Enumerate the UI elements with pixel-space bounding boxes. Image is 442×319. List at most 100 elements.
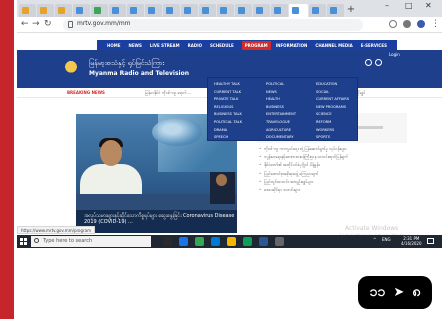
- browser-tab[interactable]: [127, 4, 144, 17]
- tray-chevron-icon[interactable]: ^: [373, 237, 376, 242]
- menu-item-healthy-talk[interactable]: HEALTHY TALK: [214, 82, 240, 86]
- close-icon[interactable]: ✕: [425, 1, 432, 10]
- menu-item-political[interactable]: POLITICAL: [266, 82, 284, 86]
- minimize-icon[interactable]: –: [385, 1, 389, 10]
- menu-item-current-talk[interactable]: CURRENT TALK: [214, 90, 241, 94]
- taskbar-app-icon[interactable]: [179, 237, 188, 246]
- maximize-icon[interactable]: □: [405, 1, 413, 10]
- tray-language[interactable]: ENG: [382, 237, 391, 242]
- site-nav: HOME NEWS LIVE STREAM RADIO SCHEDULE PROGRAM I…: [97, 40, 397, 50]
- windows-start-icon[interactable]: [20, 238, 27, 245]
- browser-tab[interactable]: [327, 4, 344, 17]
- browser-tab[interactable]: [271, 4, 288, 17]
- menu-item-documentary[interactable]: DOCUMENTARY: [266, 135, 294, 139]
- reload-icon[interactable]: ↻: [44, 19, 52, 29]
- menu-item-current-affairs[interactable]: CURRENT AFFAIRS: [316, 97, 349, 101]
- nav-item-home[interactable]: HOME: [107, 43, 120, 48]
- menu-item-news[interactable]: NEWS: [266, 90, 277, 94]
- browser-tab[interactable]: [309, 4, 326, 17]
- browser-tab[interactable]: [55, 4, 72, 17]
- taskbar-clock[interactable]: 2:31 PM 4/16/2020: [401, 236, 422, 246]
- browser-tab[interactable]: [199, 4, 216, 17]
- taskbar-app-icon[interactable]: [243, 237, 252, 246]
- news-list-item[interactable]: ကျန်းမာရေးနှင့်အားကစားဝန်ကြီးဌာန သတင်းထု…: [259, 154, 409, 159]
- browser-tab[interactable]: [217, 4, 234, 17]
- menu-item-health[interactable]: HEALTH: [266, 97, 280, 101]
- site-title-english: Myanma Radio and Television: [89, 70, 190, 77]
- menu-item-speech[interactable]: SPEECH: [214, 135, 228, 139]
- menu-item-new-programs[interactable]: NEW PROGRAMS: [316, 105, 346, 109]
- profile-avatar[interactable]: [417, 20, 425, 28]
- tab-favicon-icon: [22, 7, 29, 14]
- menu-icon[interactable]: ⋮: [431, 19, 440, 29]
- taskbar-app-icon[interactable]: [259, 237, 268, 246]
- menu-item-education[interactable]: EDUCATION: [316, 82, 337, 86]
- nav-item-radio[interactable]: RADIO: [188, 43, 202, 48]
- social-icon[interactable]: [375, 59, 382, 66]
- nav-item-information[interactable]: INFORMATION: [276, 43, 308, 48]
- tab-favicon-icon: [112, 7, 119, 14]
- breaking-news-text[interactable]: မြန်မာနိုင်ငံ ကိုဗစ်-၁၉ ရောဂါ ...: [145, 90, 192, 96]
- browser-tab[interactable]: [253, 4, 270, 17]
- tab-favicon-icon: [58, 7, 65, 14]
- menu-item-agriculture[interactable]: AGRICULTURE: [266, 128, 291, 132]
- browser-tab[interactable]: [109, 4, 126, 17]
- nav-item-live-stream[interactable]: LIVE STREAM: [150, 43, 180, 48]
- browser-tab[interactable]: [235, 4, 252, 17]
- menu-item-sports[interactable]: SPORTS: [316, 135, 330, 139]
- new-tab-button[interactable]: +: [345, 4, 357, 17]
- tab-favicon-icon: [184, 7, 191, 14]
- notification-icon[interactable]: [427, 238, 434, 244]
- taskbar-app-icon[interactable]: [195, 237, 204, 246]
- browser-tab[interactable]: [37, 4, 54, 17]
- menu-item-entertainment[interactable]: ENTERTAINMENT: [266, 112, 296, 116]
- login-link[interactable]: Login: [389, 52, 400, 57]
- browser-tab[interactable]: [289, 4, 308, 17]
- bookmark-icon[interactable]: [403, 20, 411, 28]
- taskbar-app-icon[interactable]: [163, 237, 172, 246]
- menu-item-workers[interactable]: WORKERS: [316, 128, 334, 132]
- tab-favicon-icon: [256, 7, 263, 14]
- nav-item-program[interactable]: PROGRAM: [241, 40, 271, 50]
- menu-item-political-talk[interactable]: POLITICAL TALK: [214, 120, 242, 124]
- news-list-item[interactable]: ဒေသဆိုင်ရာ သတင်းများ: [259, 187, 409, 192]
- taskbar-app-icon[interactable]: [275, 237, 284, 246]
- menu-item-private-talk[interactable]: PRIVATE TALK: [214, 97, 238, 101]
- browser-tab[interactable]: [145, 4, 162, 17]
- menu-item-reform[interactable]: REFORM: [316, 120, 331, 124]
- nav-item-news[interactable]: NEWS: [128, 43, 141, 48]
- menu-item-drama[interactable]: DRAMA: [214, 128, 227, 132]
- taskbar-app-icon[interactable]: [211, 237, 220, 246]
- social-icon[interactable]: [365, 59, 372, 66]
- taskbar-date: 4/16/2020: [401, 241, 422, 246]
- url-input[interactable]: mrtv.gov.mm/mm: [63, 19, 363, 31]
- browser-tab[interactable]: [163, 4, 180, 17]
- menu-item-travelogue[interactable]: TRAVELOGUE: [266, 120, 290, 124]
- nav-item-schedule[interactable]: SCHEDULE: [210, 43, 234, 48]
- tab-favicon-icon: [94, 7, 101, 14]
- news-list: ကိုဗစ်-၁၉ ကာကွယ်ရေး တုံ့ပြန်ဆောင်ရွက်မှု…: [259, 146, 409, 195]
- menu-item-religious[interactable]: RELIGIOUS: [214, 105, 233, 109]
- browser-tab[interactable]: [73, 4, 90, 17]
- news-list-item[interactable]: နိုင်ငံတော်၏ အတိုင်ပင်ခံပုဂ္ဂိုလ် မိန့်ခ…: [259, 162, 409, 167]
- news-list-item[interactable]: ပြည်ထောင်စုအစိုးရအဖွဲ့ ကြေညာချက်: [259, 171, 409, 176]
- forward-icon[interactable]: →: [32, 19, 40, 29]
- browser-tab-strip: +: [17, 0, 442, 17]
- taskbar-search-input[interactable]: Type here to search: [31, 236, 151, 247]
- browser-tab[interactable]: [181, 4, 198, 17]
- menu-item-science[interactable]: SCIENCE: [316, 112, 332, 116]
- news-list-item[interactable]: ပြည်တွင်းသတင်း အကျဉ်းချုပ်များ: [259, 179, 409, 184]
- news-list-item[interactable]: ကိုဗစ်-၁၉ ကာကွယ်ရေး တုံ့ပြန်ဆောင်ရွက်မှု…: [259, 146, 409, 151]
- menu-item-business[interactable]: BUSINESS: [266, 105, 284, 109]
- browser-tab[interactable]: [91, 4, 108, 17]
- browser-tab[interactable]: [19, 4, 36, 17]
- nav-item-channel-media[interactable]: CHANNEL MEDIA: [315, 43, 352, 48]
- back-icon[interactable]: ←: [21, 19, 29, 29]
- menu-item-social[interactable]: SOCIAL: [316, 90, 329, 94]
- next-arrow-icon[interactable]: ➤: [393, 285, 404, 300]
- taskbar-app-icon[interactable]: [227, 237, 236, 246]
- activate-windows-title: Activate Windows: [345, 225, 399, 232]
- nav-item-e-services[interactable]: E-SERVICES: [361, 43, 387, 48]
- extension-icon[interactable]: [389, 20, 397, 28]
- menu-item-business-talk[interactable]: BUSINESS TALK: [214, 112, 242, 116]
